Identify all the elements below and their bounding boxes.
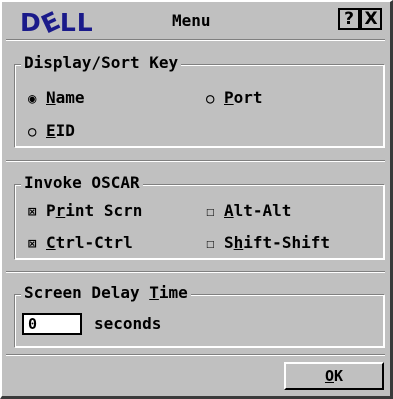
seconds-label: seconds bbox=[94, 314, 162, 333]
alt-alt-checkbox[interactable]: ☐ Alt-Alt bbox=[206, 201, 291, 222]
group-separator bbox=[6, 271, 385, 273]
title-separator bbox=[6, 39, 385, 41]
checkbox-empty-icon: ☐ bbox=[206, 236, 215, 252]
bottom-separator bbox=[6, 354, 385, 356]
ok-button[interactable]: OK bbox=[284, 362, 384, 390]
screen-delay-legend: Screen Delay Time bbox=[21, 284, 191, 302]
menu-window: DELL Menu ? X Display/Sort Key ◉ Name ○ Po… bbox=[0, 0, 393, 399]
checkbox-checked-icon: ⊠ bbox=[28, 236, 37, 252]
close-button[interactable]: X bbox=[360, 8, 382, 30]
sort-name-radio[interactable]: ◉ Name bbox=[28, 88, 85, 109]
ctrl-ctrl-checkbox[interactable]: ⊠ Ctrl-Ctrl bbox=[28, 233, 133, 254]
display-sort-legend: Display/Sort Key bbox=[21, 54, 182, 72]
group-separator bbox=[6, 160, 385, 162]
radio-empty-icon: ○ bbox=[206, 91, 215, 107]
window-title: Menu bbox=[172, 11, 211, 30]
print-scrn-checkbox[interactable]: ⊠ Print Scrn bbox=[28, 201, 142, 222]
checkbox-checked-icon: ⊠ bbox=[28, 204, 37, 220]
dell-logo: DELL bbox=[20, 5, 94, 40]
sort-eid-radio[interactable]: ○ EID bbox=[28, 121, 75, 142]
title-bar: DELL Menu ? X bbox=[4, 4, 388, 40]
invoke-oscar-legend: Invoke OSCAR bbox=[21, 174, 143, 192]
shift-shift-checkbox[interactable]: ☐ Shift-Shift bbox=[206, 233, 330, 254]
radio-empty-icon: ○ bbox=[28, 124, 37, 140]
sort-port-radio[interactable]: ○ Port bbox=[206, 88, 263, 109]
checkbox-empty-icon: ☐ bbox=[206, 204, 215, 220]
radio-selected-icon: ◉ bbox=[28, 91, 37, 107]
help-button[interactable]: ? bbox=[338, 8, 360, 30]
screen-delay-input[interactable]: 0 bbox=[22, 313, 82, 335]
